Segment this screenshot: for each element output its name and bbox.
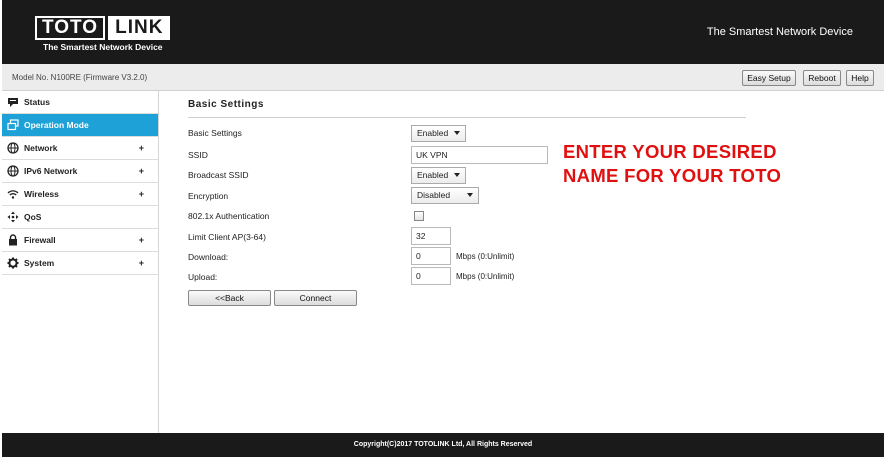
ssid-input[interactable]: UK VPN xyxy=(411,146,548,164)
expand-plus-icon[interactable]: + xyxy=(139,143,144,153)
ipv6-globe-icon xyxy=(7,165,19,177)
upload-unit: Mbps (0:Unlimit) xyxy=(456,272,515,281)
download-unit: Mbps (0:Unlimit) xyxy=(456,252,515,261)
sidebar-item-label: Network xyxy=(24,143,58,153)
operation-mode-icon xyxy=(7,119,19,131)
upload-input[interactable]: 0 xyxy=(411,267,451,285)
sidebar-item-system[interactable]: System + xyxy=(2,252,158,275)
download-input[interactable]: 0 xyxy=(411,247,451,265)
expand-plus-icon[interactable]: + xyxy=(139,258,144,268)
encryption-select[interactable]: Disabled xyxy=(411,187,479,204)
expand-plus-icon[interactable]: + xyxy=(139,166,144,176)
annotation-line-2: NAME FOR YOUR TOTO xyxy=(563,165,782,186)
status-icon xyxy=(7,96,19,108)
expand-plus-icon[interactable]: + xyxy=(139,189,144,199)
encryption-label: Encryption xyxy=(188,191,229,201)
basic-settings-value: Enabled xyxy=(417,128,449,138)
limit-client-input[interactable]: 32 xyxy=(411,227,451,245)
main-content: Basic Settings Basic Settings Enabled SS… xyxy=(160,91,884,433)
encryption-value: Disabled xyxy=(417,190,451,200)
upload-label: Upload: xyxy=(188,272,218,282)
logo-tagline: The Smartest Network Device xyxy=(43,42,163,52)
basic-settings-label: Basic Settings xyxy=(188,128,242,138)
sidebar-item-wireless[interactable]: Wireless + xyxy=(2,183,158,206)
download-label: Download: xyxy=(188,252,229,262)
sidebar-item-label: IPv6 Network xyxy=(24,166,78,176)
sidebar-item-label: System xyxy=(24,258,55,268)
sidebar-item-firewall[interactable]: Firewall + xyxy=(2,229,158,252)
basic-settings-select[interactable]: Enabled xyxy=(411,125,466,142)
sidebar-item-label: QoS xyxy=(24,212,42,222)
ssid-label: SSID xyxy=(188,150,208,160)
logo-text-left: TOTO xyxy=(35,16,106,40)
auth-8021x-checkbox[interactable] xyxy=(414,211,424,221)
reboot-button[interactable]: Reboot xyxy=(803,70,841,86)
annotation-line-1: ENTER YOUR DESIRED xyxy=(563,141,777,162)
sidebar-item-label: Operation Mode xyxy=(24,120,89,130)
qos-icon xyxy=(7,211,19,223)
expand-plus-icon[interactable]: + xyxy=(139,235,144,245)
model-info: Model No. N100RE (Firmware V3.2.0) xyxy=(12,73,148,82)
header-bar: TOTO LINK The Smartest Network Device Th… xyxy=(2,0,884,64)
broadcast-ssid-value: Enabled xyxy=(417,170,449,180)
sidebar-item-label: Status xyxy=(24,97,50,107)
header-slogan: The Smartest Network Device xyxy=(706,26,853,38)
sidebar-item-label: Wireless xyxy=(24,189,59,199)
sidebar-item-operation-mode[interactable]: Operation Mode xyxy=(2,114,158,137)
instruction-annotation: ENTER YOUR DESIRED NAME FOR YOUR TOTO xyxy=(563,140,781,188)
sidebar-item-network[interactable]: Network + xyxy=(2,137,158,160)
footer-bar: Copyright(C)2017 TOTOLINK Ltd, All Right… xyxy=(2,433,884,457)
sidebar-nav: Status Operation Mode Network + IPv6 Net… xyxy=(2,91,159,433)
chevron-down-icon xyxy=(454,131,460,135)
sidebar-item-qos[interactable]: QoS xyxy=(2,206,158,229)
logo-text-right: LINK xyxy=(108,16,171,40)
lock-icon xyxy=(7,234,19,246)
connect-button[interactable]: Connect xyxy=(274,290,357,306)
broadcast-ssid-label: Broadcast SSID xyxy=(188,170,249,180)
title-divider xyxy=(188,117,746,118)
chevron-down-icon xyxy=(454,173,460,177)
help-button[interactable]: Help xyxy=(846,70,874,86)
back-button[interactable]: <<Back xyxy=(188,290,271,306)
easy-setup-button[interactable]: Easy Setup xyxy=(742,70,796,86)
sidebar-item-status[interactable]: Status xyxy=(2,91,158,114)
sidebar-item-label: Firewall xyxy=(24,235,56,245)
model-bar: Model No. N100RE (Firmware V3.2.0) Easy … xyxy=(2,64,884,91)
sidebar-item-ipv6-network[interactable]: IPv6 Network + xyxy=(2,160,158,183)
totolink-logo: TOTO LINK xyxy=(35,16,171,40)
gear-icon xyxy=(7,257,19,269)
wifi-icon xyxy=(7,188,19,200)
network-globe-icon xyxy=(7,142,19,154)
broadcast-ssid-select[interactable]: Enabled xyxy=(411,167,466,184)
auth-8021x-label: 802.1x Authentication xyxy=(188,211,270,221)
limit-client-label: Limit Client AP(3-64) xyxy=(188,232,266,242)
chevron-down-icon xyxy=(467,193,473,197)
page-title: Basic Settings xyxy=(188,99,264,110)
copyright-text: Copyright(C)2017 TOTOLINK Ltd, All Right… xyxy=(353,441,533,448)
